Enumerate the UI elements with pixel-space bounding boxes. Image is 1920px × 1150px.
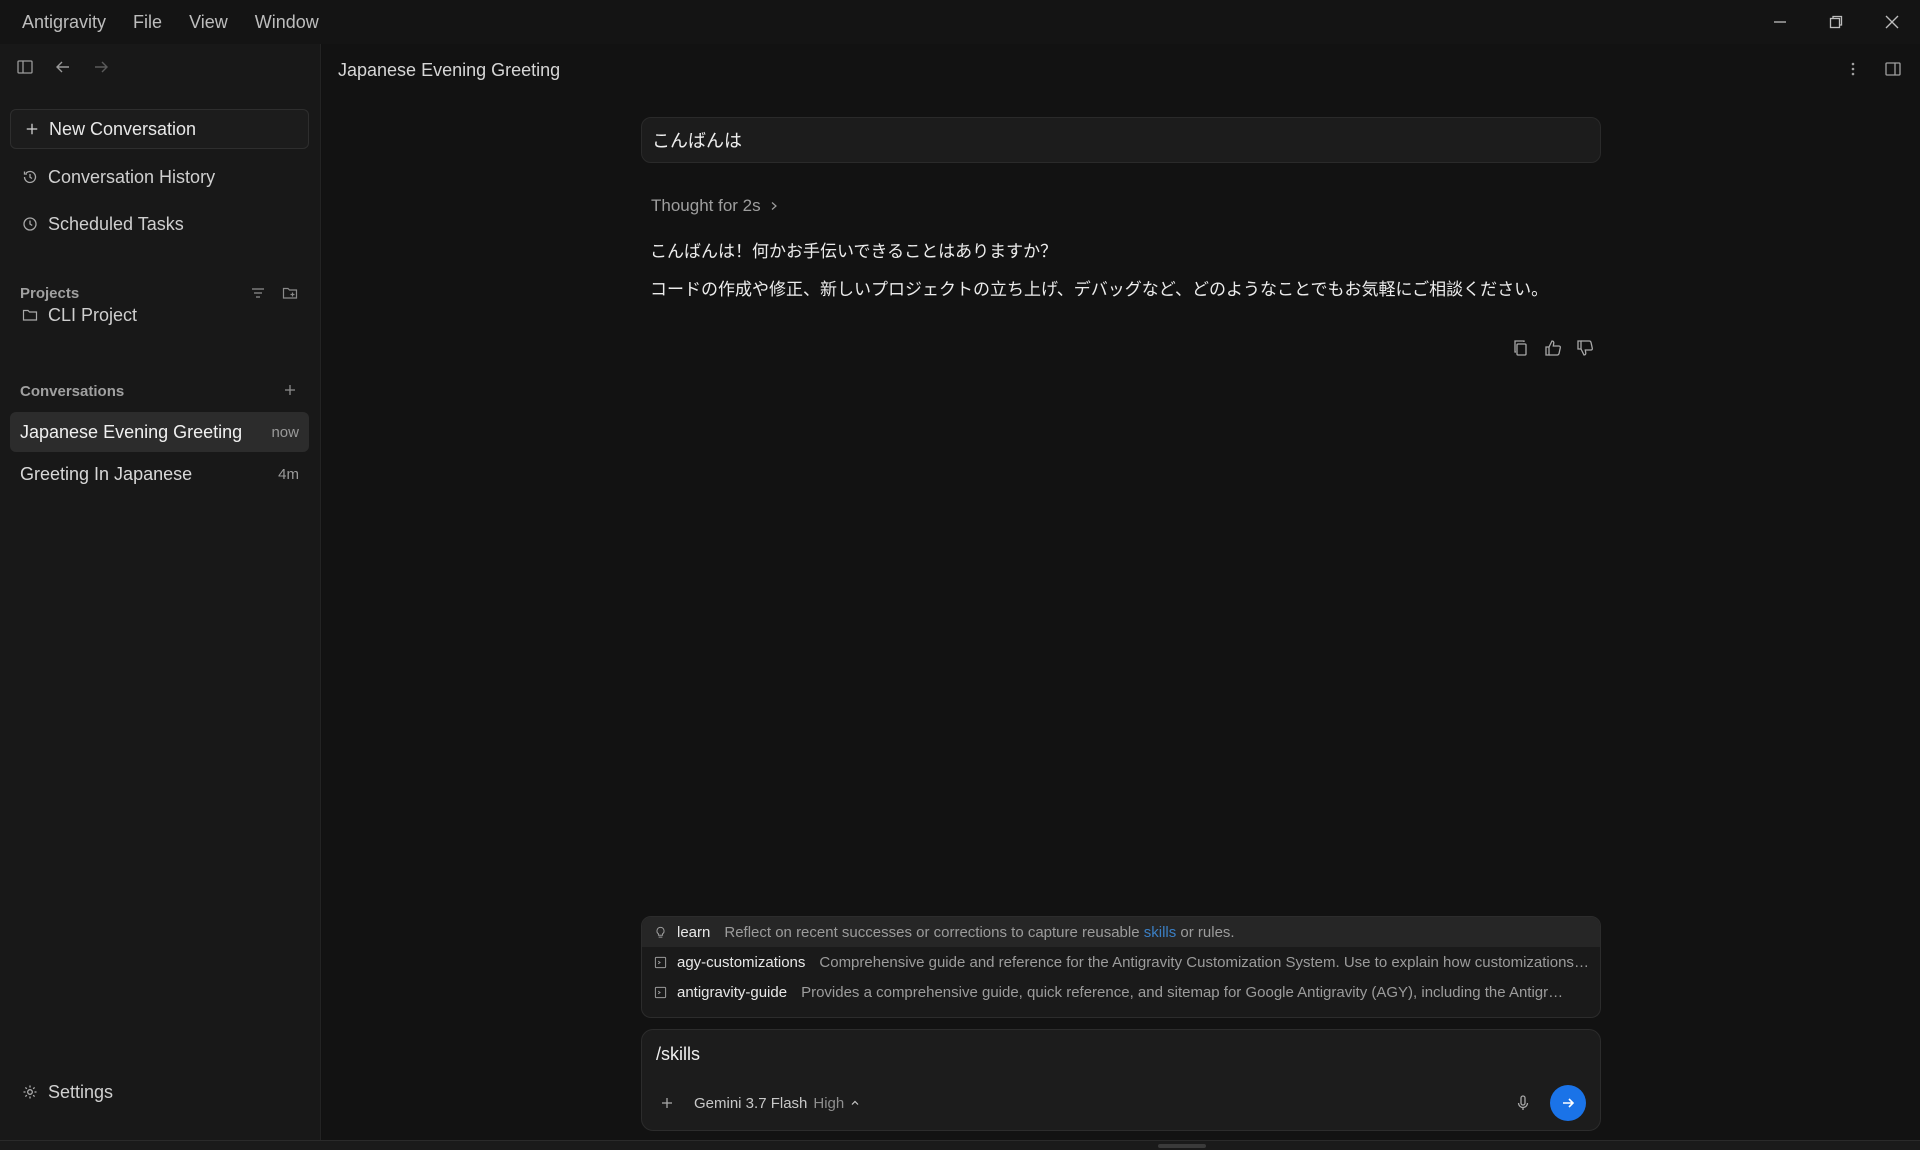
page-title: Japanese Evening Greeting (338, 60, 561, 80)
menu-window[interactable]: Window (255, 12, 332, 33)
suggestion-description: Provides a comprehensive guide, quick re… (801, 983, 1572, 1001)
project-item-cli[interactable]: CLI Project (10, 296, 309, 334)
microphone-icon[interactable] (1514, 1094, 1532, 1112)
back-button[interactable] (54, 58, 72, 76)
minimize-icon (1774, 21, 1786, 23)
suggestion-name: antigravity-guide (677, 983, 788, 1001)
status-bar (0, 1140, 1920, 1150)
menu-file[interactable]: File (133, 12, 175, 33)
plus-icon (662, 1098, 672, 1108)
window-controls (1752, 0, 1920, 44)
conversation-time: now (271, 423, 299, 441)
clock-icon (23, 217, 37, 231)
restore-icon (1829, 15, 1843, 29)
close-button[interactable] (1864, 0, 1920, 44)
menu-view[interactable]: View (189, 12, 241, 33)
chevron-right-icon (771, 202, 777, 210)
project-name: CLI Project (48, 304, 138, 325)
suggestion-description-tail: or rules. (1176, 923, 1235, 941)
plus-icon (26, 123, 38, 135)
nav-conversation-history-label: Conversation History (48, 166, 216, 187)
input-toolbar: Gemini 3.7 Flash High (656, 1085, 1586, 1121)
menu-bar: Antigravity File View Window (0, 12, 346, 33)
arrow-left-icon (56, 61, 69, 73)
sidebar-toggle-icon (17, 60, 33, 74)
model-name: Gemini 3.7 Flash (694, 1094, 808, 1112)
settings-label: Settings (48, 1081, 114, 1102)
skill-icon (654, 986, 667, 998)
settings-button[interactable]: Settings (10, 1074, 113, 1110)
more-vertical-icon[interactable] (1844, 60, 1862, 78)
conversation-item[interactable]: Greeting In Japanese 4m (10, 454, 309, 494)
app-window: Antigravity File View Window New Convers… (0, 0, 1920, 1150)
minimize-button[interactable] (1752, 0, 1808, 44)
conversation-title: Greeting In Japanese (20, 463, 193, 484)
skill-icon (654, 956, 667, 968)
thumbs-up-icon[interactable] (1544, 339, 1562, 357)
toggle-sidebar-button[interactable] (16, 58, 34, 76)
title-bar: Antigravity File View Window (0, 0, 1920, 44)
copy-icon[interactable] (1512, 339, 1530, 357)
message-actions (1512, 339, 1594, 357)
sidebar: New Conversation Conversation History Sc… (0, 44, 321, 1140)
user-message: こんばんは (641, 117, 1601, 163)
thought-label: Thought for 2s (651, 196, 761, 215)
assistant-reply-line: コードの作成や修正、新しいプロジェクトの立ち上げ、デバッグなど、どのようなことで… (650, 280, 1549, 299)
chat-input[interactable]: /skills (656, 1044, 700, 1065)
close-icon (1885, 15, 1899, 29)
model-selector[interactable]: Gemini 3.7 Flash High (694, 1095, 860, 1112)
new-conversation-button[interactable]: New Conversation (10, 109, 309, 149)
nav-scheduled-tasks-label: Scheduled Tasks (48, 213, 184, 234)
skills-link[interactable]: skills (1144, 924, 1177, 941)
conversation-item-active[interactable]: Japanese Evening Greeting now (10, 412, 309, 452)
model-mode: High (813, 1094, 845, 1112)
thought-toggle[interactable]: Thought for 2s (651, 196, 779, 216)
conversations-actions (282, 382, 298, 398)
chevron-up-icon (851, 1100, 859, 1105)
slash-command-suggestions: learn Reflect on recent successes or cor… (641, 916, 1601, 1018)
thumbs-down-icon[interactable] (1576, 339, 1594, 357)
main-toolbar (1844, 60, 1902, 78)
suggestion-item-antigravity-guide[interactable]: antigravity-guide Provides a comprehensi… (642, 977, 1600, 1007)
nav-conversation-history[interactable]: Conversation History (10, 158, 309, 196)
chat-input-box[interactable]: /skills Gemini 3.7 Flash High (641, 1029, 1601, 1131)
main-panel: Japanese Evening Greeting こんばんは Thought … (322, 44, 1920, 1140)
conversation-time: 4m (278, 465, 299, 483)
suggestion-description: Reflect on recent successes or correctio… (724, 924, 1234, 941)
suggestion-name: learn (677, 923, 711, 941)
suggestion-item-learn[interactable]: learn Reflect on recent successes or cor… (642, 917, 1600, 947)
panel-toggle-icon[interactable] (1884, 60, 1902, 78)
lightbulb-icon (656, 926, 665, 938)
send-button[interactable] (1550, 1085, 1586, 1121)
suggestion-name: agy-customizations (677, 953, 806, 971)
assistant-reply-line: こんばんは！何かお手伝いできることはありますか？ (650, 242, 1058, 261)
conversations-heading: Conversations (20, 383, 125, 400)
suggestion-description-text: Reflect on recent successes or correctio… (724, 923, 1144, 941)
resize-handle[interactable] (1158, 1144, 1206, 1148)
restore-button[interactable] (1808, 0, 1864, 44)
nav-scheduled-tasks[interactable]: Scheduled Tasks (10, 205, 309, 243)
new-conversation-label: New Conversation (49, 118, 197, 139)
menu-antigravity[interactable]: Antigravity (22, 12, 119, 33)
add-conversation-icon[interactable] (282, 382, 298, 398)
arrow-right-icon (1563, 1098, 1575, 1108)
attach-button[interactable] (656, 1092, 678, 1114)
sidebar-toolbar (16, 58, 110, 76)
folder-icon (22, 309, 38, 321)
user-message-text: こんばんは (652, 131, 742, 151)
forward-button[interactable] (92, 58, 110, 76)
suggestion-description: Comprehensive guide and reference for th… (819, 953, 1590, 971)
arrow-right-icon (95, 61, 108, 73)
conversation-title: Japanese Evening Greeting (20, 421, 243, 442)
gear-icon (23, 1085, 37, 1099)
suggestion-item-agy-customizations[interactable]: agy-customizations Comprehensive guide a… (642, 947, 1600, 977)
history-icon (23, 170, 37, 184)
